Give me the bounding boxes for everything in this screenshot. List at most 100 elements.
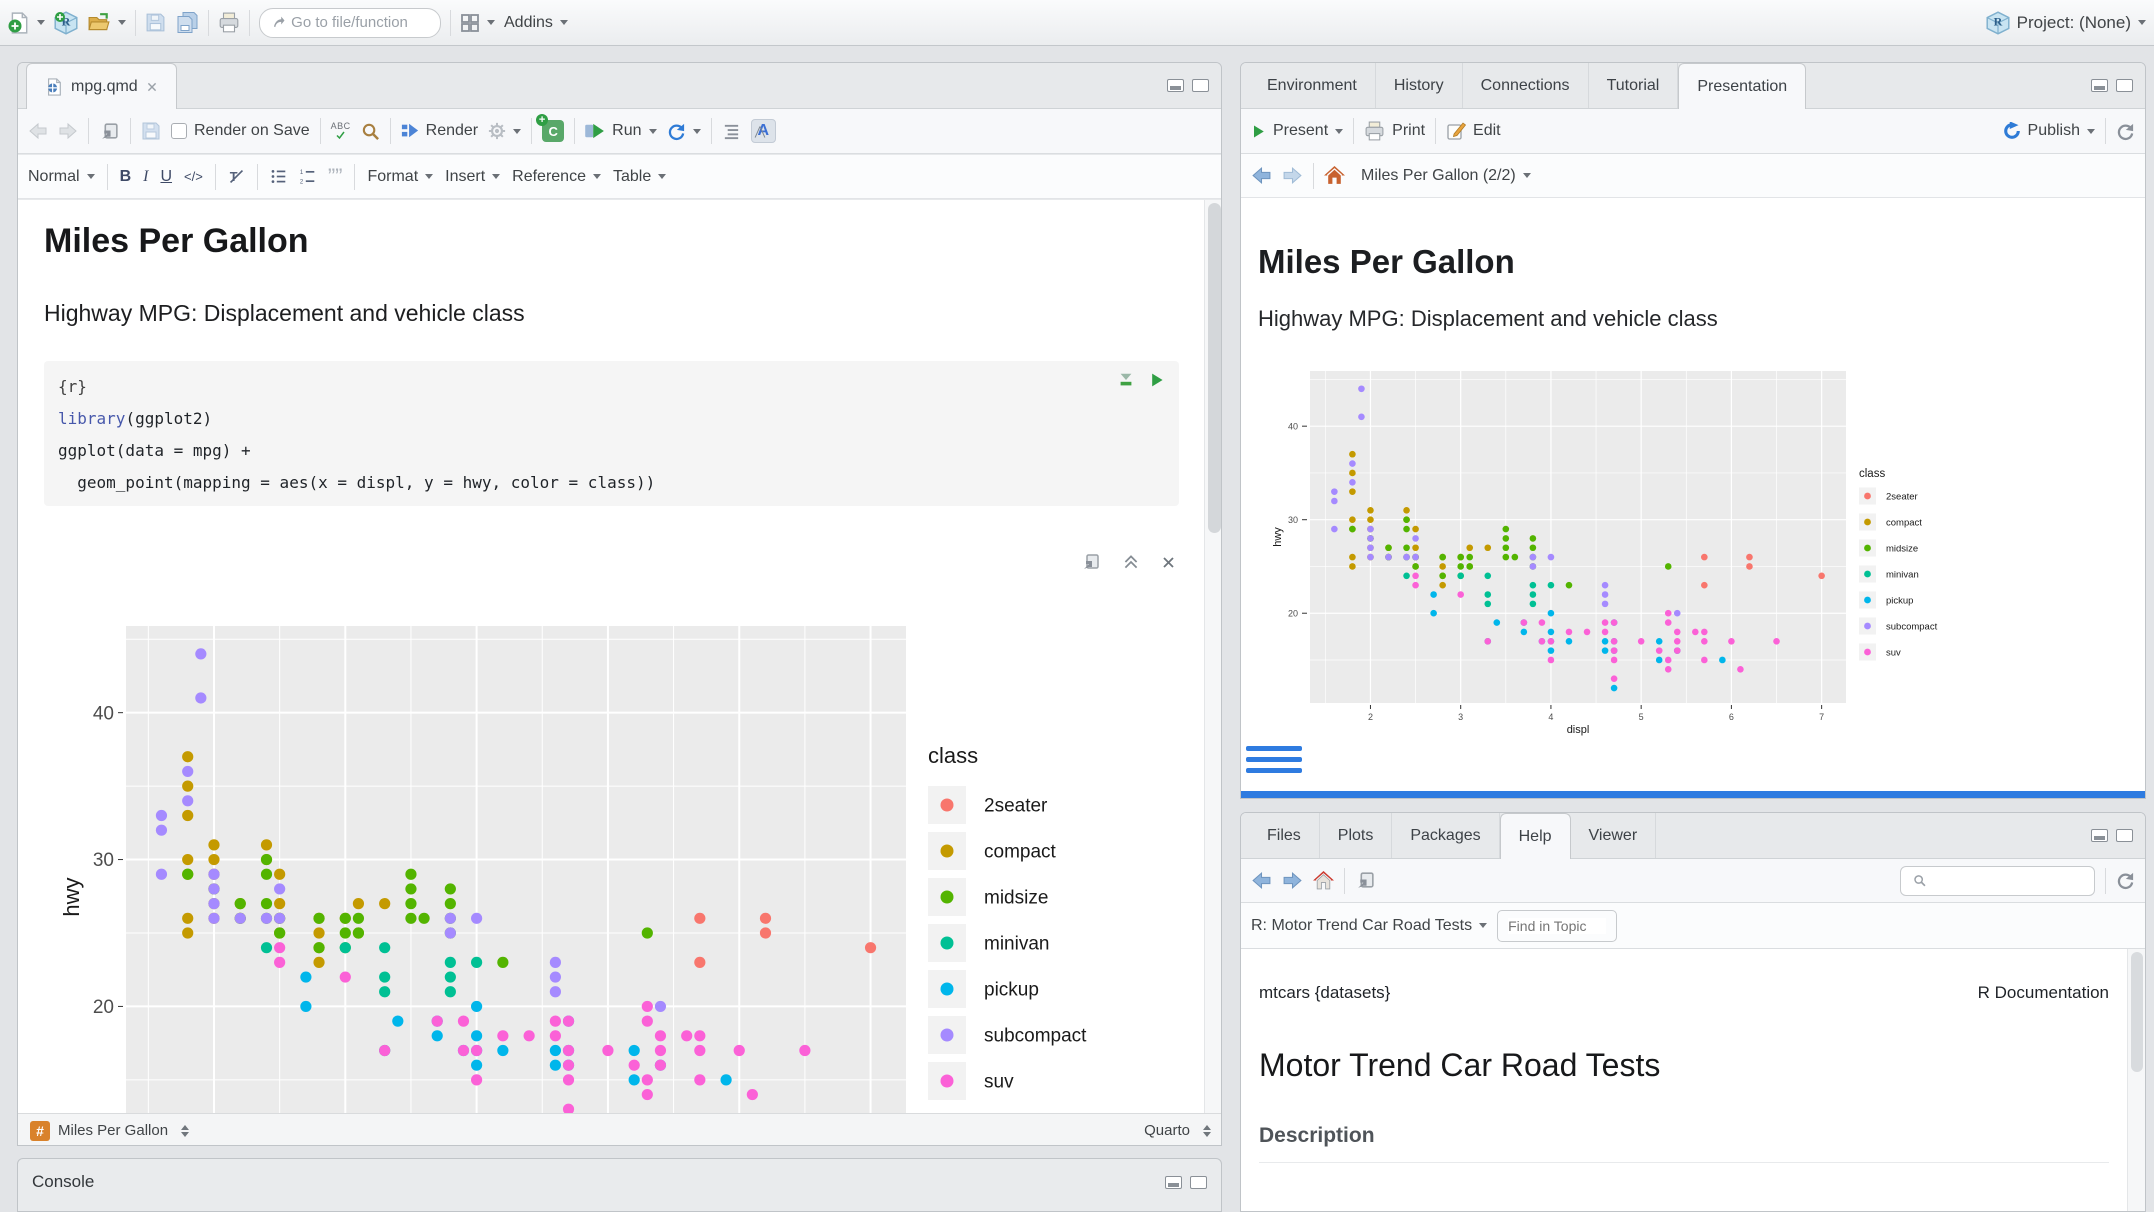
- present-button[interactable]: Present: [1251, 122, 1343, 140]
- code-chunk[interactable]: {r} library(ggplot2) ggplot(data = mpg) …: [44, 361, 1179, 506]
- minimize-pane-icon[interactable]: [1167, 79, 1184, 92]
- data-point-suv: [694, 1030, 705, 1041]
- italic-button[interactable]: I: [143, 168, 148, 186]
- help-forward-icon[interactable]: [1282, 870, 1303, 891]
- save-button[interactable]: [145, 12, 166, 33]
- insert-chunk-button[interactable]: C+: [542, 120, 564, 142]
- tab-mpg-qmd[interactable]: mpg.qmd: [26, 63, 177, 109]
- code-button[interactable]: </>: [184, 169, 203, 184]
- close-tab-icon[interactable]: [146, 81, 158, 93]
- popout-icon[interactable]: [99, 121, 120, 142]
- help-home-icon[interactable]: [1313, 870, 1334, 891]
- clear-format-icon[interactable]: [228, 168, 245, 185]
- numbered-list-icon[interactable]: [299, 168, 316, 185]
- visual-editor-canvas[interactable]: Miles Per Gallon Highway MPG: Displaceme…: [18, 200, 1204, 1113]
- x-tick-label: 7: [1819, 712, 1824, 722]
- console-minimize-icon[interactable]: [1165, 1176, 1182, 1189]
- data-point-pickup: [497, 1045, 508, 1056]
- outline-toggle-icon[interactable]: [722, 122, 741, 141]
- minimize-pane-icon[interactable]: [2091, 79, 2108, 92]
- run-button[interactable]: Run: [585, 122, 656, 140]
- maximize-pane-icon[interactable]: [2116, 829, 2133, 842]
- goto-file-search[interactable]: [259, 8, 441, 38]
- clear-output-icon[interactable]: [1161, 555, 1176, 570]
- help-search-box[interactable]: [1900, 866, 2095, 896]
- render-options-button[interactable]: [488, 122, 521, 140]
- print-button[interactable]: [218, 12, 240, 34]
- presentation-pane: EnvironmentHistoryConnectionsTutorialPre…: [1240, 62, 2146, 799]
- insert-menu[interactable]: Insert: [445, 168, 500, 186]
- data-point-suv: [524, 1030, 535, 1041]
- bold-button[interactable]: B: [120, 168, 132, 186]
- help-search-input[interactable]: [1932, 872, 2082, 889]
- topic-selector[interactable]: R: Motor Trend Car Road Tests: [1251, 917, 1487, 935]
- tab-viewer[interactable]: Viewer: [1571, 813, 1657, 858]
- data-point-midsize: [1439, 554, 1446, 561]
- save-all-button[interactable]: [175, 11, 199, 34]
- forward-icon[interactable]: [58, 121, 78, 141]
- data-point-subcompact: [445, 927, 456, 938]
- workspace-panes-button[interactable]: [460, 13, 495, 33]
- save-doc-icon[interactable]: [141, 121, 161, 141]
- run-chunk-icon[interactable]: [1149, 372, 1165, 388]
- data-point-suv: [747, 1089, 758, 1100]
- goto-file-input[interactable]: [291, 14, 428, 31]
- data-point-pickup: [1611, 685, 1618, 692]
- console-maximize-icon[interactable]: [1190, 1176, 1207, 1189]
- tab-tutorial[interactable]: Tutorial: [1589, 63, 1679, 108]
- open-file-button[interactable]: [87, 12, 126, 34]
- editor-scrollbar[interactable]: [1204, 200, 1222, 1113]
- legend-dot-suv: [1864, 649, 1871, 656]
- help-back-icon[interactable]: [1251, 870, 1272, 891]
- rerun-button[interactable]: [667, 122, 701, 141]
- tab-files[interactable]: Files: [1249, 813, 1320, 858]
- find-replace-icon[interactable]: [361, 122, 380, 141]
- maximize-pane-icon[interactable]: [1192, 79, 1209, 92]
- minimize-pane-icon[interactable]: [2091, 829, 2108, 842]
- tab-history[interactable]: History: [1376, 63, 1463, 108]
- blockquote-icon[interactable]: ””: [328, 172, 343, 182]
- project-menu[interactable]: Project: (None): [1986, 11, 2146, 35]
- slide-back-icon[interactable]: [1251, 165, 1272, 186]
- tab-packages[interactable]: Packages: [1392, 813, 1499, 858]
- tab-presentation[interactable]: Presentation: [1678, 63, 1806, 109]
- tab-environment[interactable]: Environment: [1249, 63, 1376, 108]
- help-scrollbar[interactable]: [2127, 949, 2145, 1211]
- slide-selector[interactable]: Miles Per Gallon (2/2): [1361, 167, 1531, 185]
- data-point-pickup: [550, 1045, 561, 1056]
- popout-output-icon[interactable]: [1081, 552, 1101, 572]
- render-on-save-checkbox[interactable]: Render on Save: [171, 122, 310, 140]
- table-menu[interactable]: Table: [613, 168, 666, 186]
- refresh-presentation-icon[interactable]: [2116, 122, 2135, 141]
- format-menu[interactable]: Format: [367, 168, 433, 186]
- find-in-topic-input[interactable]: [1508, 918, 1606, 934]
- paragraph-style-select[interactable]: Normal: [28, 168, 95, 186]
- publish-button[interactable]: Publish: [2003, 122, 2095, 140]
- maximize-pane-icon[interactable]: [2116, 79, 2133, 92]
- tab-plots[interactable]: Plots: [1320, 813, 1393, 858]
- back-icon[interactable]: [28, 121, 48, 141]
- addins-menu[interactable]: Addins: [504, 14, 568, 32]
- visual-editor-toggle[interactable]: A: [751, 119, 777, 143]
- bullet-list-icon[interactable]: [270, 168, 287, 185]
- spellcheck-button[interactable]: ABC: [331, 122, 351, 140]
- section-nav-button[interactable]: Miles Per Gallon: [58, 1122, 189, 1139]
- render-button[interactable]: Render: [401, 122, 478, 140]
- new-project-button[interactable]: [54, 11, 78, 35]
- doc-mode-button[interactable]: Quarto: [1144, 1122, 1211, 1139]
- underline-button[interactable]: U: [160, 168, 172, 186]
- tab-connections[interactable]: Connections: [1463, 63, 1589, 108]
- edit-presentation-button[interactable]: Edit: [1446, 121, 1501, 141]
- slide-menu-icon[interactable]: [1246, 746, 1302, 773]
- collapse-output-icon[interactable]: [1123, 554, 1139, 570]
- slide-forward-icon[interactable]: [1282, 165, 1303, 186]
- run-all-above-icon[interactable]: [1117, 371, 1135, 389]
- tab-help[interactable]: Help: [1500, 813, 1571, 859]
- slide-home-icon[interactable]: [1324, 165, 1345, 186]
- help-refresh-icon[interactable]: [2116, 871, 2135, 890]
- new-file-button[interactable]: [8, 12, 45, 34]
- reference-menu[interactable]: Reference: [512, 168, 601, 186]
- print-presentation-button[interactable]: Print: [1364, 121, 1425, 142]
- data-point-suv: [563, 1045, 574, 1056]
- help-popout-icon[interactable]: [1355, 870, 1376, 891]
